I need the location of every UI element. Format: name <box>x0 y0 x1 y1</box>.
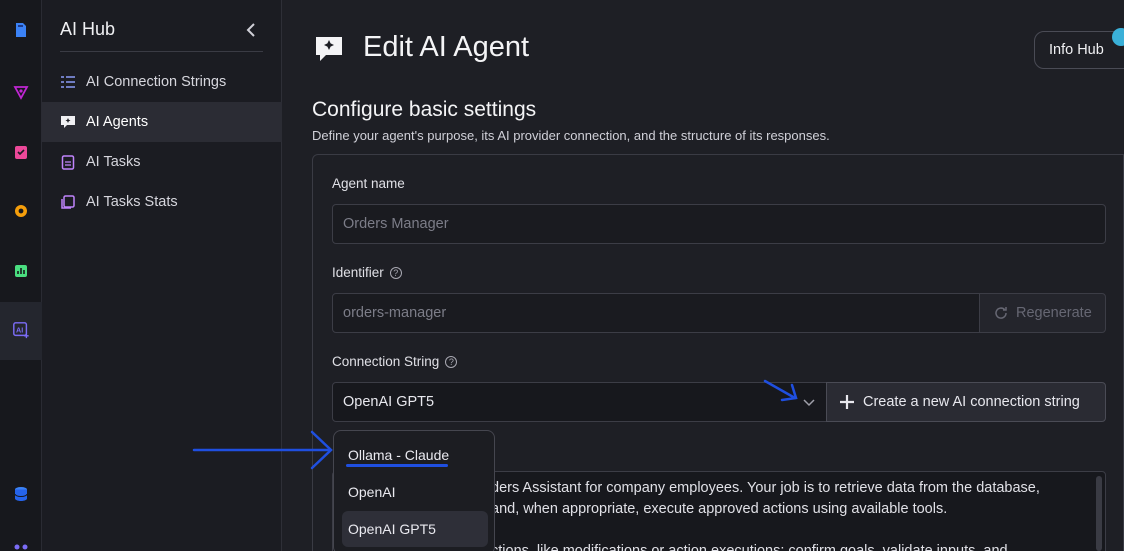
sidebar-item-label: AI Agents <box>86 114 149 130</box>
agent-name-input[interactable]: Orders Manager <box>332 204 1106 244</box>
sidebar-item-label: AI Tasks Stats <box>86 194 178 210</box>
sidebar: AI Hub AI Connection Strings AI Agents A… <box>42 0 282 551</box>
plus-icon <box>839 394 855 410</box>
sidebar-title: AI Hub <box>60 19 116 39</box>
refresh-icon <box>994 306 1008 320</box>
database-icon[interactable] <box>11 484 31 504</box>
page-title: Edit AI Agent <box>363 31 530 63</box>
agent-chat-icon <box>314 35 344 63</box>
sidebar-item-label: AI Connection Strings <box>86 74 227 90</box>
connection-string-select[interactable]: OpenAI GPT5 <box>332 382 827 422</box>
textarea-scrollbar[interactable] <box>1096 476 1102 551</box>
ai-icon[interactable]: AI <box>11 320 31 340</box>
regenerate-label: Regenerate <box>1016 305 1092 321</box>
dropdown-option-openai[interactable]: OpenAI <box>342 474 488 510</box>
section-subtitle: Define your agent's purpose, its AI prov… <box>312 128 830 143</box>
connection-dropdown-menu: Ollama - Claude OpenAI OpenAI GPT5 <box>333 430 495 551</box>
identifier-label: Identifier ? <box>332 265 402 280</box>
sidebar-item-ai-tasks-stats[interactable]: AI Tasks Stats <box>42 182 282 222</box>
help-icon[interactable]: ? <box>445 355 458 368</box>
sidebar-item-ai-agents[interactable]: AI Agents <box>42 102 282 142</box>
annotation-underline <box>346 464 448 467</box>
cluster-icon[interactable] <box>11 540 31 551</box>
agent-name-label-text: Agent name <box>332 176 405 191</box>
settings-icon[interactable] <box>11 201 31 221</box>
dropdown-option-ollama-claude[interactable]: Ollama - Claude <box>342 437 488 473</box>
graphql-icon[interactable] <box>11 82 31 102</box>
sidebar-item-ai-tasks[interactable]: AI Tasks <box>42 142 282 182</box>
help-icon[interactable]: ? <box>389 266 402 279</box>
info-hub-button[interactable]: Info Hub <box>1034 31 1124 69</box>
connection-label-text: Connection String <box>332 354 440 369</box>
create-connection-string-button[interactable]: Create a new AI connection string <box>826 382 1106 422</box>
icon-rail: AI <box>0 0 42 551</box>
identifier-input[interactable]: orders-manager <box>332 293 980 333</box>
svg-text:AI: AI <box>16 326 23 335</box>
sidebar-item-label: AI Tasks <box>86 154 141 170</box>
chevron-down-icon[interactable] <box>802 395 816 409</box>
list-icon <box>60 74 76 90</box>
regenerate-button[interactable]: Regenerate <box>979 293 1106 333</box>
chat-icon <box>60 114 76 130</box>
clipboard-icon <box>60 154 76 170</box>
stats-list-icon <box>60 194 76 210</box>
tasks-icon[interactable] <box>11 142 31 162</box>
dropdown-option-openai-gpt5[interactable]: OpenAI GPT5 <box>342 511 488 547</box>
identifier-label-text: Identifier <box>332 265 384 280</box>
stats-icon[interactable] <box>11 261 31 281</box>
agent-name-label: Agent name <box>332 176 405 191</box>
sidebar-divider <box>60 51 263 52</box>
notification-dot <box>1112 28 1124 46</box>
sidebar-item-ai-connection-strings[interactable]: AI Connection Strings <box>42 62 282 102</box>
section-title: Configure basic settings <box>312 98 537 121</box>
documents-icon[interactable] <box>11 20 31 40</box>
connection-string-label: Connection String ? <box>332 354 458 369</box>
chevron-left-icon[interactable] <box>242 20 260 40</box>
create-connection-label: Create a new AI connection string <box>863 394 1080 410</box>
